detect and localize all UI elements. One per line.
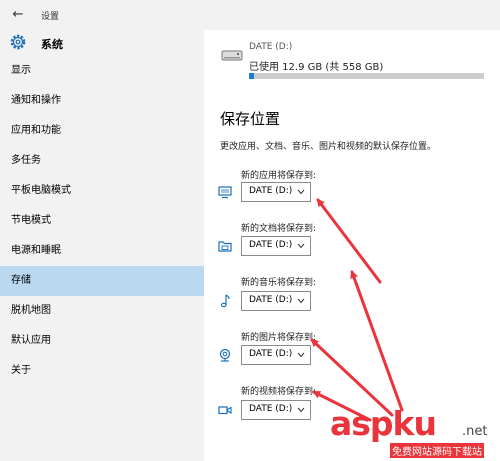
- title-bar: ← 设置: [0, 0, 500, 30]
- sidebar-item-display[interactable]: 显示: [0, 56, 204, 86]
- music-location-label: 新的音乐将保存到:: [241, 278, 317, 288]
- videos-location-select[interactable]: DATE (D:): [241, 400, 311, 420]
- folder-icon: [218, 241, 232, 252]
- music-note-icon: [220, 294, 230, 308]
- chevron-down-icon: [297, 243, 305, 249]
- sidebar-header: 系统: [0, 30, 204, 58]
- sidebar-item-battery-saver[interactable]: 节电模式: [0, 206, 204, 236]
- watermark-subtitle: 免费网站源码下载站: [390, 443, 484, 458]
- drive-usage-bar: [249, 73, 484, 79]
- chevron-down-icon: [297, 352, 305, 358]
- drive-usage: 已使用 12.9 GB (共 558 GB): [249, 62, 384, 73]
- videos-location-value: DATE (D:): [249, 404, 293, 414]
- video-camera-icon: [218, 406, 232, 415]
- drive-usage-fill: [249, 73, 255, 79]
- sidebar-item-storage[interactable]: 存储: [0, 266, 204, 296]
- sidebar-item-apps[interactable]: 应用和功能: [0, 116, 204, 146]
- drive-name: DATE (D:): [249, 42, 293, 52]
- chevron-down-icon: [297, 298, 305, 304]
- pictures-location-label: 新的图片将保存到:: [241, 333, 317, 343]
- apps-location-label: 新的应用将保存到:: [241, 171, 317, 181]
- sidebar-item-offline-maps[interactable]: 脱机地图: [0, 296, 204, 326]
- music-location-select[interactable]: DATE (D:): [241, 291, 311, 311]
- watermark-text: aspku: [330, 404, 437, 443]
- pictures-location-value: DATE (D:): [249, 349, 293, 359]
- sidebar-item-default-apps[interactable]: 默认应用: [0, 326, 204, 356]
- storage-content: DATE (D:) 已使用 12.9 GB (共 558 GB) 保存位置 更改…: [204, 30, 500, 461]
- apps-location-value: DATE (D:): [249, 186, 293, 196]
- chevron-down-icon: [297, 189, 305, 195]
- save-locations-description: 更改应用、文档、音乐、图片和视频的默认保存位置。: [220, 142, 437, 152]
- monitor-icon: [218, 186, 232, 199]
- window-title: 设置: [41, 12, 60, 22]
- sidebar-item-tablet-mode[interactable]: 平板电脑模式: [0, 176, 204, 206]
- music-location-value: DATE (D:): [249, 295, 293, 305]
- documents-location-label: 新的文档将保存到:: [241, 224, 317, 234]
- apps-location-select[interactable]: DATE (D:): [241, 182, 311, 202]
- sidebar: 系统 显示 通知和操作 应用和功能 多任务 平板电脑模式 节电模式 电源和睡眠 …: [0, 30, 204, 461]
- sidebar-item-about[interactable]: 关于: [0, 356, 204, 386]
- save-locations-title: 保存位置: [220, 110, 281, 128]
- hard-drive-icon: [221, 50, 243, 61]
- back-button[interactable]: ←: [8, 6, 28, 24]
- chevron-down-icon: [297, 407, 305, 413]
- watermark-suffix: .net: [462, 424, 488, 439]
- documents-location-select[interactable]: DATE (D:): [241, 236, 311, 256]
- camera-icon: [219, 348, 231, 362]
- sidebar-item-power-sleep[interactable]: 电源和睡眠: [0, 236, 204, 266]
- sidebar-item-multitasking[interactable]: 多任务: [0, 146, 204, 176]
- pictures-location-select[interactable]: DATE (D:): [241, 345, 311, 365]
- sidebar-item-notifications[interactable]: 通知和操作: [0, 86, 204, 116]
- documents-location-value: DATE (D:): [249, 240, 293, 250]
- sidebar-title: 系统: [41, 38, 63, 51]
- site-watermark: aspku .net 免费网站源码下载站: [330, 400, 500, 461]
- videos-location-label: 新的视频将保存到:: [241, 387, 317, 397]
- gear-icon: [10, 34, 26, 50]
